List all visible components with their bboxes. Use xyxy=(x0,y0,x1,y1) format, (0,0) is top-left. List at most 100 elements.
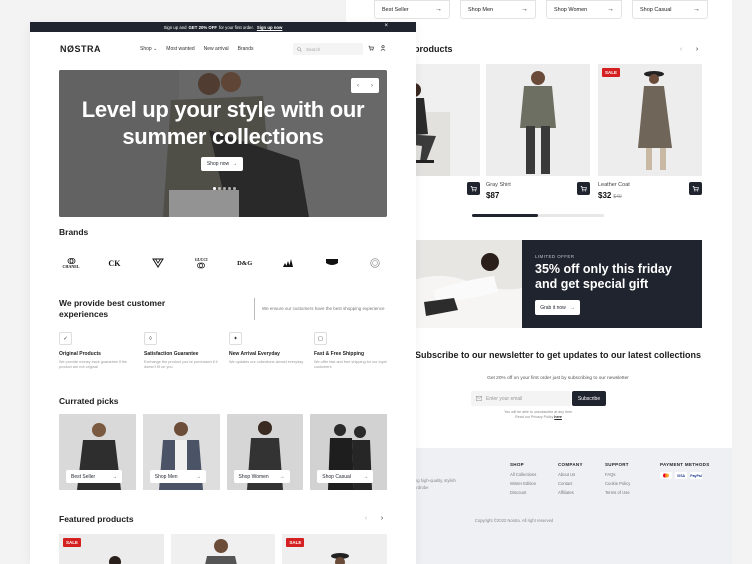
footer-link[interactable]: FAQs xyxy=(605,472,630,477)
footer-link[interactable]: Cookie Policy xyxy=(605,481,630,486)
shop-now-button[interactable]: Shop now → xyxy=(201,157,243,171)
cart-icon[interactable] xyxy=(368,45,374,51)
sign-up-link[interactable]: Sign up now xyxy=(257,25,283,30)
pick-shop-men[interactable]: Shop Men → xyxy=(142,414,220,490)
email-field[interactable]: Enter your email xyxy=(471,391,571,406)
footer-link[interactable]: Contact xyxy=(558,481,583,486)
footer-link[interactable]: Terms of Use xyxy=(605,490,630,495)
carousel-dot[interactable] xyxy=(218,187,221,190)
pick-button[interactable]: Shop Men → xyxy=(149,470,206,483)
featured-products-row: SALE SALE xyxy=(59,534,388,564)
product-scrollbar[interactable] xyxy=(472,214,604,217)
carousel-dot[interactable] xyxy=(233,187,236,190)
arrow-right-icon: → xyxy=(363,473,369,480)
nav-new-arrival[interactable]: New arrival xyxy=(204,46,229,52)
note-line: Read our Privacy Policy here xyxy=(471,415,606,420)
brand-logo-levis[interactable] xyxy=(320,255,344,271)
carousel-dot[interactable] xyxy=(223,187,226,190)
add-to-cart-button[interactable] xyxy=(689,182,702,195)
back-pill-shop-casual[interactable]: Shop Casual → xyxy=(632,0,708,19)
chevron-right-icon[interactable]: › xyxy=(377,513,387,523)
button-label: Shop now xyxy=(206,161,230,167)
brand-logo-gucci[interactable]: GUCCI xyxy=(189,255,213,271)
curated-picks-row: Best Seller → Shop Men → Shop Women → Shop … xyxy=(59,414,387,490)
nav-brands[interactable]: Brands xyxy=(238,46,254,52)
chevron-left-icon[interactable]: ‹ xyxy=(361,513,371,523)
user-icon[interactable] xyxy=(380,45,386,51)
offer-title: 35% off only this friday and get special… xyxy=(535,262,672,291)
product-card[interactable]: SALE xyxy=(282,534,388,564)
footer-link[interactable]: Affiliates xyxy=(558,490,583,495)
gucci-icon xyxy=(197,262,206,268)
nav-shop[interactable]: Shop ⌄ xyxy=(140,46,157,52)
pick-button[interactable]: Best Seller → xyxy=(66,470,122,483)
feature-satisfaction: ◊ Satisfaction Guarantee Exchange the pr… xyxy=(144,332,222,370)
footer-col-company: COMPANY About Us Contact Affiliates xyxy=(558,462,583,499)
add-to-cart-button[interactable] xyxy=(577,182,590,195)
offer-eyebrow: LIMITED OFFER xyxy=(535,254,575,259)
mastercard-icon xyxy=(660,472,672,479)
back-pill-best-seller[interactable]: Best Seller → xyxy=(374,0,450,19)
brand-logo-versace[interactable] xyxy=(146,255,170,271)
search-input[interactable]: Search xyxy=(293,43,363,55)
product-card[interactable]: Gray Shirt $87 xyxy=(486,64,590,200)
back-pill-shop-women[interactable]: Shop Women → xyxy=(546,0,622,19)
arrow-right-icon: → xyxy=(569,304,575,311)
brand-logo-chanel[interactable]: CHANEL xyxy=(59,255,83,271)
chevron-right-icon[interactable]: › xyxy=(692,44,702,54)
product-card[interactable] xyxy=(170,534,276,564)
pick-button[interactable]: Shop Casual → xyxy=(317,470,374,483)
curated-picks-title: Currated picks xyxy=(59,396,119,406)
add-to-cart-button[interactable] xyxy=(467,182,480,195)
logo[interactable]: NØSTRA xyxy=(60,44,101,54)
brand-logo-circle[interactable] xyxy=(363,255,387,271)
price-value: $32 xyxy=(598,191,612,200)
chevron-left-icon[interactable]: ‹ xyxy=(676,44,686,54)
close-icon[interactable]: × xyxy=(384,23,388,29)
button-label: Grab it now xyxy=(540,304,566,311)
note-text: Read our Privacy Policy xyxy=(515,415,554,419)
carousel-dot[interactable] xyxy=(228,187,231,190)
versace-icon xyxy=(151,258,164,268)
scrollbar-thumb[interactable] xyxy=(472,214,538,217)
product-card[interactable]: SALE Leather Coat $32 $40 xyxy=(598,64,702,200)
feature-title: Original Products xyxy=(59,351,101,357)
arrow-right-icon: → xyxy=(232,161,238,167)
footer: ing high-quality, stylish ardrobe SHOP Al… xyxy=(414,448,732,564)
product-photo xyxy=(170,534,276,564)
brand-logo-ck[interactable]: CK xyxy=(102,255,126,271)
nav-label: Shop xyxy=(140,46,152,52)
pick-shop-casual[interactable]: Shop Casual → xyxy=(310,414,387,490)
featured-products-title: products xyxy=(414,44,453,54)
arrow-right-icon: → xyxy=(693,6,700,13)
footer-link[interactable]: Discount xyxy=(510,490,536,495)
brand-logo-adidas[interactable] xyxy=(276,255,300,271)
footer-col-payment: PAYMENT METHODS VISA PayPal xyxy=(660,462,710,479)
product-card[interactable]: SALE xyxy=(59,534,164,564)
pick-best-seller[interactable]: Best Seller → xyxy=(59,414,136,490)
footer-link[interactable]: About Us xyxy=(558,472,583,477)
brand-logo-dg[interactable]: D&G xyxy=(233,255,257,271)
feature-text: We offer fast and free shipping for our … xyxy=(314,360,387,369)
privacy-link[interactable]: here xyxy=(554,415,562,419)
pick-button[interactable]: Shop Women → xyxy=(233,470,290,483)
divider xyxy=(254,298,255,320)
announcement-text: Sign up and xyxy=(163,24,187,30)
brands-row: CHANEL CK GUCCI D&G xyxy=(59,255,387,271)
back-pill-shop-men[interactable]: Shop Men → xyxy=(460,0,536,19)
footer-link[interactable]: All Collections xyxy=(510,472,536,477)
sale-badge: SALE xyxy=(602,68,621,77)
pill-label: Shop Women xyxy=(554,6,588,13)
package-icon: ▢ xyxy=(314,332,327,345)
chevron-right-icon[interactable]: › xyxy=(371,83,373,89)
search-placeholder: Search xyxy=(306,46,321,52)
subscribe-button[interactable]: Subscribe xyxy=(572,391,606,406)
nav-most-wanted[interactable]: Most wanted xyxy=(166,46,194,52)
chevron-left-icon[interactable]: ‹ xyxy=(357,83,359,89)
carousel-dot[interactable] xyxy=(213,187,216,190)
cart-icon xyxy=(692,186,699,192)
grab-it-now-button[interactable]: Grab it now → xyxy=(535,300,580,315)
pick-shop-women[interactable]: Shop Women → xyxy=(226,414,304,490)
footer-link[interactable]: Winter Edition xyxy=(510,481,536,486)
product-image xyxy=(486,64,590,176)
